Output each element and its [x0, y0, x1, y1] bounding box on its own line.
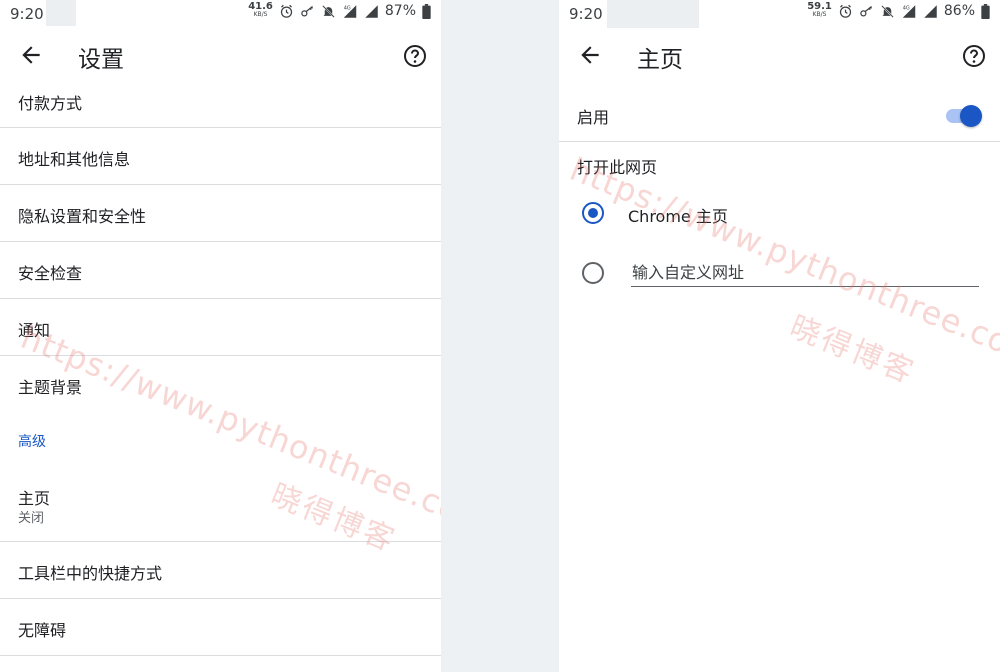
toggle-thumb [960, 105, 982, 127]
settings-item-label: 主页 [18, 489, 51, 508]
settings-item-label: 隐私设置和安全性 [18, 207, 147, 226]
status-time: 9:20 [10, 5, 44, 23]
enable-toggle[interactable] [944, 104, 982, 128]
signal-icon [364, 4, 379, 19]
settings-item-notifications[interactable]: 通知 [0, 299, 441, 356]
battery-icon [981, 3, 990, 19]
settings-item-label: 无障碍 [18, 621, 67, 640]
help-icon[interactable] [962, 44, 986, 68]
settings-item-accessibility[interactable]: 无障碍 [0, 599, 441, 656]
enable-homepage-row[interactable]: 启用 [559, 86, 1000, 142]
mute-bell-icon [880, 4, 895, 19]
option-chrome-homepage-label[interactable]: Chrome 主页 [628, 203, 728, 227]
page-title: 设置 [78, 47, 124, 73]
radio-custom-url[interactable] [582, 262, 604, 284]
section-header-advanced: 高级 [18, 434, 46, 450]
settings-item-label: 主题背景 [18, 378, 83, 397]
settings-item-theme[interactable]: 主题背景 [0, 356, 441, 414]
key-icon [300, 4, 315, 19]
settings-item-addresses[interactable]: 地址和其他信息 [0, 128, 441, 185]
alarm-icon [279, 4, 294, 19]
alarm-icon [838, 4, 853, 19]
app-bar: 设置 [0, 28, 441, 84]
watermark-name: 晓得博客 [784, 309, 921, 392]
settings-item-label: 通知 [18, 321, 51, 340]
back-arrow-icon[interactable] [18, 42, 44, 68]
mute-bell-icon [321, 4, 336, 19]
redacted-area [607, 0, 699, 28]
settings-item-sublabel: 关闭 [18, 511, 45, 526]
settings-item-label: 地址和其他信息 [18, 150, 131, 169]
settings-screen: 9:20 41.6 KB/S 4G 87% 设置 付款方式 地址和其他信息 隐私… [0, 0, 441, 672]
settings-item-label: 安全检查 [18, 264, 83, 283]
settings-item-safety-check[interactable]: 安全检查 [0, 242, 441, 299]
settings-item-label: 工具栏中的快捷方式 [18, 564, 163, 583]
settings-item-label: 付款方式 [18, 94, 83, 113]
settings-item-toolbar-shortcut[interactable]: 工具栏中的快捷方式 [0, 542, 441, 599]
custom-url-input[interactable] [631, 259, 979, 287]
signal-4g-icon: 4G [901, 4, 917, 19]
svg-text:4G: 4G [903, 5, 910, 11]
status-time: 9:20 [569, 5, 603, 23]
battery-percent: 87% [384, 3, 416, 19]
radio-chrome-homepage[interactable] [582, 202, 604, 224]
redacted-area [46, 0, 76, 26]
help-icon[interactable] [403, 44, 427, 68]
back-arrow-icon[interactable] [577, 42, 603, 68]
net-speed: 41.6 KB/S [248, 1, 273, 19]
page-title: 主页 [637, 47, 683, 73]
key-icon [859, 4, 874, 19]
settings-item-homepage[interactable]: 主页 关闭 [0, 470, 441, 542]
homepage-screen: 9:20 59.1 KB/S 4G 86% 主页 启用 打开此网页 Chrome… [559, 0, 1000, 672]
svg-text:4G: 4G [344, 5, 351, 11]
battery-percent: 86% [943, 3, 975, 19]
status-bar: 9:20 59.1 KB/S 4G 86% [559, 0, 1000, 28]
net-speed: 59.1 KB/S [807, 1, 832, 19]
settings-item-payment[interactable]: 付款方式 [0, 84, 441, 128]
enable-label: 启用 [577, 108, 610, 127]
signal-icon [923, 4, 938, 19]
status-bar: 9:20 41.6 KB/S 4G 87% [0, 0, 441, 28]
signal-4g-icon: 4G [342, 4, 358, 19]
app-bar: 主页 [559, 28, 1000, 84]
section-title: 打开此网页 [577, 158, 658, 177]
battery-icon [422, 3, 431, 19]
settings-item-privacy[interactable]: 隐私设置和安全性 [0, 185, 441, 242]
